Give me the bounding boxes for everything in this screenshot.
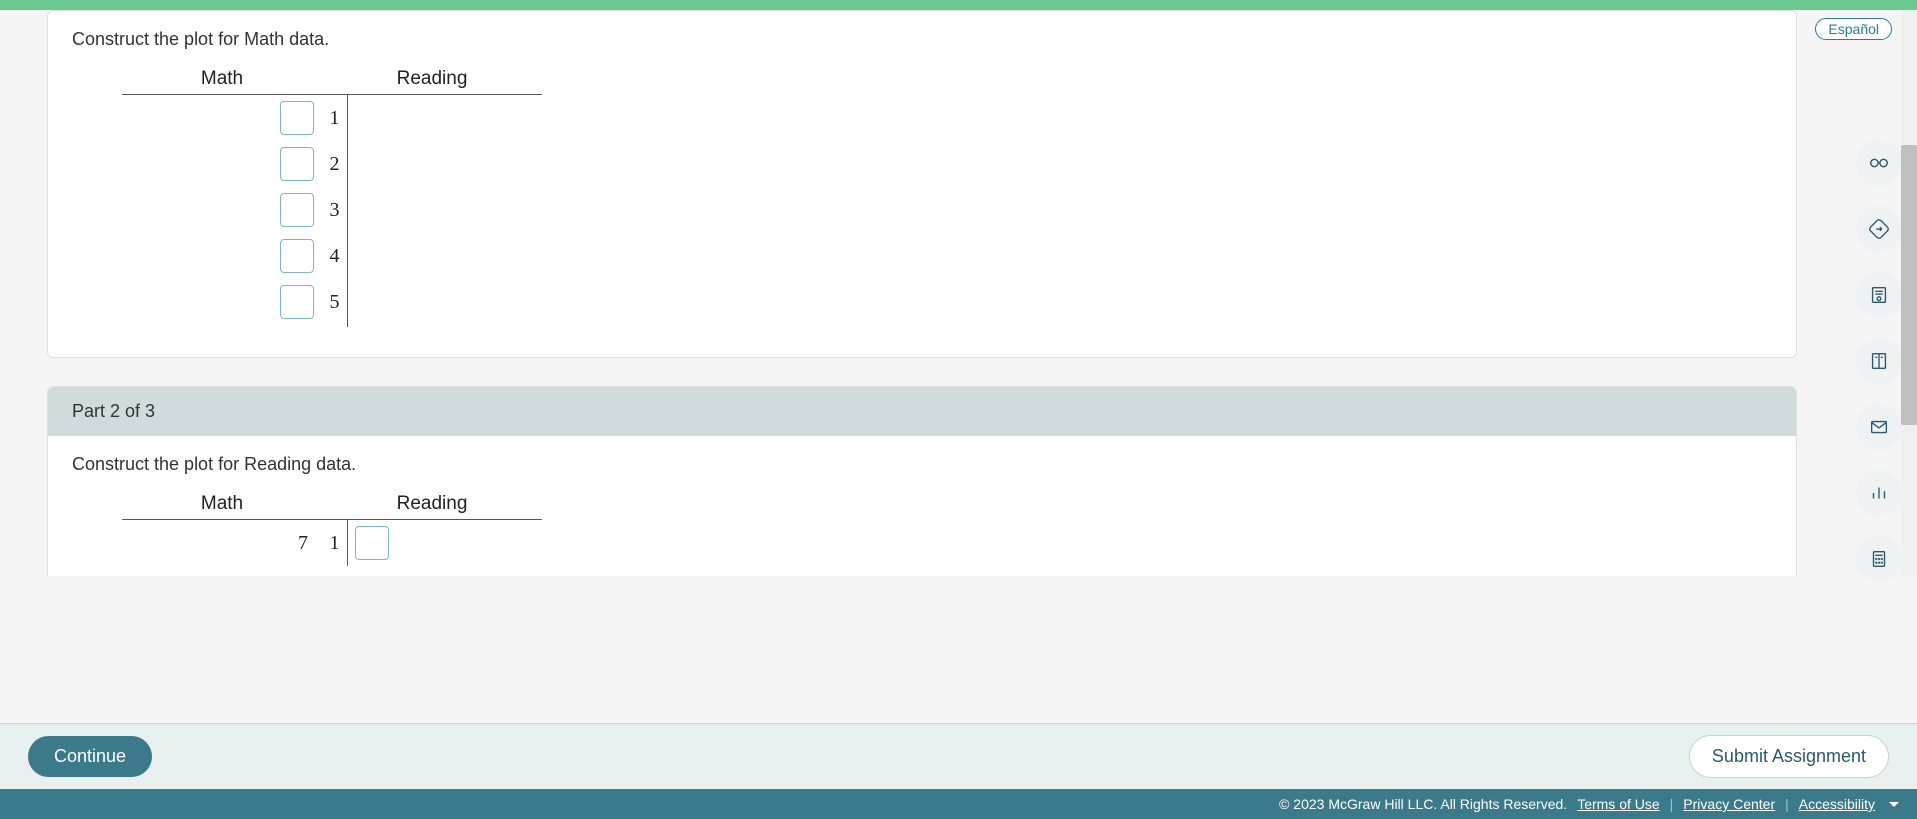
calculator-icon[interactable] (1856, 536, 1902, 582)
accessibility-link[interactable]: Accessibility (1799, 796, 1875, 812)
mail-icon[interactable] (1856, 404, 1902, 450)
action-bar: Continue Submit Assignment (0, 723, 1917, 789)
top-accent-bar (0, 0, 1917, 10)
column-header-reading: Reading (322, 493, 542, 519)
stem-value: 3 (322, 199, 347, 222)
column-header-reading: Reading (322, 68, 542, 94)
part2-panel: Part 2 of 3 Construct the plot for Readi… (47, 386, 1797, 576)
stem-value: 2 (322, 153, 347, 176)
part1-prompt: Construct the plot for Math data. (72, 29, 1772, 50)
stem-plot-reading: Math Reading 7 1 (122, 493, 1772, 566)
stem-value: 1 (322, 107, 347, 130)
tool-rail (1856, 140, 1902, 582)
stem-plot-math: Math Reading 1 2 (122, 68, 1772, 327)
submit-assignment-button[interactable]: Submit Assignment (1689, 735, 1889, 778)
copyright-text: © 2023 McGraw Hill LLC. All Rights Reser… (1279, 796, 1567, 812)
math-leaf-static: 7 (292, 532, 314, 555)
continue-button[interactable]: Continue (28, 736, 152, 777)
book-icon[interactable] (1856, 338, 1902, 384)
part2-header: Part 2 of 3 (48, 387, 1796, 436)
stem-divider (347, 95, 348, 327)
math-leaf-input-2[interactable] (280, 147, 314, 181)
math-leaf-input-4[interactable] (280, 239, 314, 273)
privacy-link[interactable]: Privacy Center (1683, 796, 1775, 812)
language-button[interactable]: Español (1815, 18, 1892, 40)
column-header-math: Math (122, 68, 322, 94)
stem-value: 1 (322, 532, 347, 555)
footer-bar: © 2023 McGraw Hill LLC. All Rights Reser… (0, 789, 1917, 819)
checklist-icon[interactable] (1856, 272, 1902, 318)
navigate-icon[interactable] (1856, 206, 1902, 252)
main-content-area: Construct the plot for Math data. Math R… (0, 10, 1917, 576)
stem-value: 4 (322, 245, 347, 268)
math-leaf-input-3[interactable] (280, 193, 314, 227)
stem-value: 5 (322, 291, 347, 314)
reading-leaf-input-1[interactable] (355, 526, 389, 560)
chart-icon[interactable] (1856, 470, 1902, 516)
part2-prompt: Construct the plot for Reading data. (72, 454, 1772, 475)
scrollbar-thumb[interactable] (1901, 145, 1917, 425)
separator: | (1785, 796, 1789, 812)
terms-link[interactable]: Terms of Use (1577, 796, 1659, 812)
glasses-icon[interactable] (1856, 140, 1902, 186)
caret-down-icon[interactable] (1889, 802, 1899, 807)
math-leaf-input-5[interactable] (280, 285, 314, 319)
separator: | (1670, 796, 1674, 812)
column-header-math: Math (122, 493, 322, 519)
math-leaf-input-1[interactable] (280, 101, 314, 135)
stem-divider (347, 520, 348, 566)
part1-panel: Construct the plot for Math data. Math R… (47, 10, 1797, 358)
